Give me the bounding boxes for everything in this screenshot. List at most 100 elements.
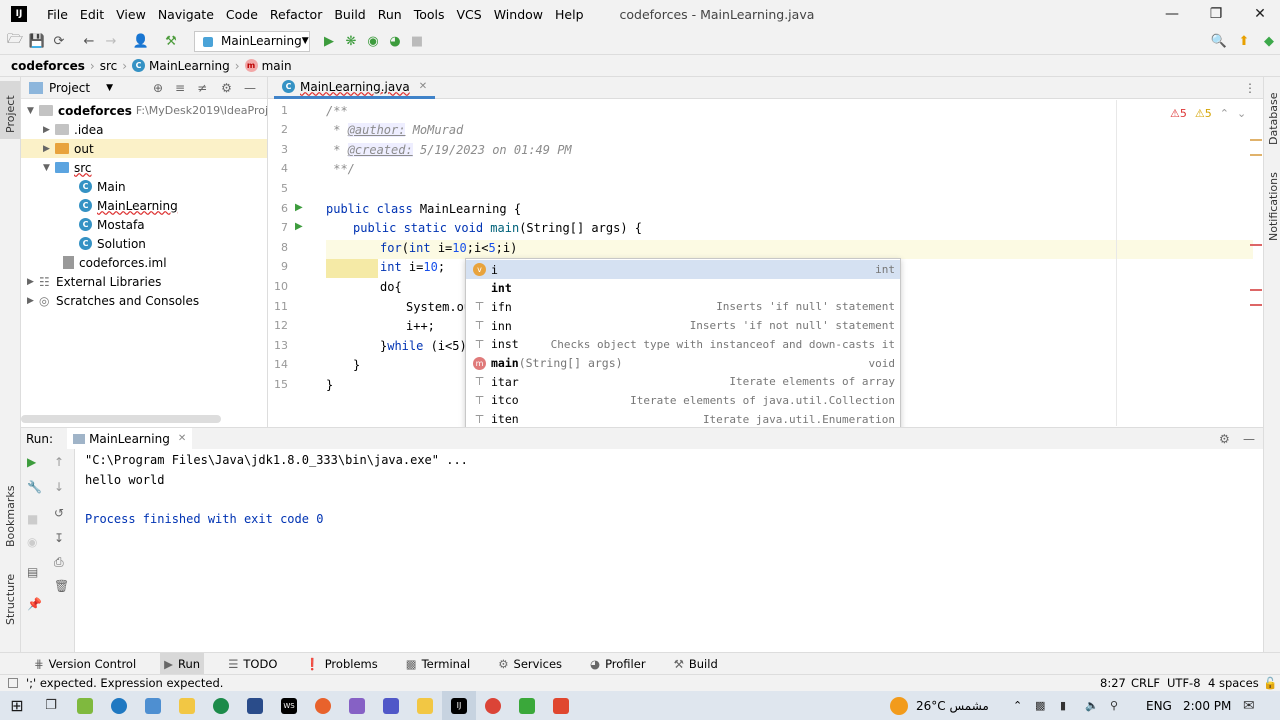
tool-profiler[interactable]: ◕ Profiler [586,653,650,675]
expand-all-icon[interactable]: ≡ [175,81,185,95]
database-tool-label[interactable]: Database [1267,93,1280,146]
tree-item-scratches[interactable]: ▶ ◎ Scratches and Consoles [27,291,199,310]
weather-widget[interactable]: 26°C مشمس [890,691,989,720]
trash-icon[interactable]: 🗑 [54,579,69,593]
completion-item[interactable]: int [466,279,900,298]
inspection-widget[interactable]: ⚠5 ⚠5 ⌃ ⌄ [1170,107,1246,120]
completion-item[interactable]: ⊤ inst Checks object type with instanceof … [466,335,900,354]
webstorm-icon[interactable]: WS [272,691,306,720]
tree-item-main[interactable]: C Main [79,177,126,196]
scroll-to-end-icon[interactable]: ↧ [54,531,64,545]
profile-icon[interactable]: ◕ [384,30,406,52]
layout-icon[interactable]: ▤ [27,565,38,579]
windows-start-icon[interactable]: ⊞ [0,691,34,720]
tool-terminal[interactable]: ▩ Terminal [402,653,474,675]
close-tab-icon[interactable]: ✕ [419,81,427,92]
coverage-icon[interactable]: ◉ [362,30,384,52]
completion-item[interactable]: ⊤ inn Inserts 'if not null' statement [466,316,900,335]
intellij-taskbar-icon[interactable]: IJ [442,691,476,720]
tree-item-out[interactable]: ▶ out [21,139,267,158]
completion-item[interactable]: ⊤ itco Iterate elements of java.util.Colle… [466,391,900,410]
tool-problems[interactable]: ❗ Problems [301,653,381,675]
explorer-icon[interactable] [170,691,204,720]
notifications-tool-label[interactable]: Notifications [1267,172,1280,241]
rerun-icon[interactable]: ▶ [27,455,36,469]
chevron-up-icon[interactable]: ⌃ [1013,699,1022,712]
tree-item-codeforces[interactable]: ▼ codeforces F:\MyDesk2019\IdeaProjects\ [27,101,295,120]
locate-icon[interactable]: ⊕ [153,81,163,95]
menu-code[interactable]: Code [220,7,264,22]
save-icon[interactable]: 💾 [26,30,48,52]
tool-windows-icon[interactable] [8,678,18,688]
lock-icon[interactable]: 🔓 [1263,676,1277,690]
menu-window[interactable]: Window [488,7,549,22]
breadcrumb-class[interactable]: C MainLearning [132,59,230,73]
minimize-icon[interactable]: — [1152,0,1192,28]
arrow-up-icon[interactable]: ↑ [54,455,64,469]
photos-icon[interactable] [136,691,170,720]
chevron-right-icon[interactable]: ▶ [43,144,55,154]
notification-center-icon[interactable]: ✉ [1243,698,1255,714]
line-separator[interactable]: CRLF [1131,676,1160,690]
menu-run[interactable]: Run [372,7,408,22]
chevron-right-icon[interactable]: ▶ [27,296,39,306]
run-icon[interactable]: ▶ [318,30,340,52]
edge-icon[interactable] [102,691,136,720]
hide-icon[interactable]: — [244,81,256,95]
tool-todo[interactable]: ☰ TODO [224,653,281,675]
build-hammer-icon[interactable]: ⚒ [160,30,182,52]
menu-help[interactable]: Help [549,7,590,22]
language-indicator[interactable]: ENG [1146,699,1172,713]
close-tab-icon[interactable]: ✕ [178,433,186,444]
tree-item-src[interactable]: ▼ src [43,158,92,177]
caret-position[interactable]: 8:27 [1100,676,1126,690]
completion-item[interactable]: m main (String[] args) void [466,354,900,373]
recording-app-icon[interactable] [306,691,340,720]
tree-item-mainlearning[interactable]: C MainLearning [79,196,178,215]
horizontal-scrollbar[interactable] [21,415,221,423]
more-options-icon[interactable]: ⋮ [1244,81,1256,95]
intellij-logo-icon[interactable]: IJ [11,6,27,22]
screen-recorder-icon[interactable] [238,691,272,720]
task-view-icon[interactable]: ❐ [34,691,68,720]
menu-tools[interactable]: Tools [408,7,451,22]
tree-item-idea[interactable]: ▶ .idea [43,120,104,139]
chevron-right-icon[interactable]: ▶ [43,125,55,135]
wifi-icon[interactable]: ⚲ [1110,699,1118,712]
breadcrumb-project[interactable]: codeforces [11,59,85,73]
structure-tool-label[interactable]: Structure [4,574,17,625]
vcs-user-icon[interactable]: 👤 [130,30,152,52]
tree-item-external-libraries[interactable]: ▶ ☷ External Libraries [27,272,161,291]
search-icon[interactable]: 🔍 [1208,30,1230,52]
whatsapp-icon[interactable] [204,691,238,720]
status-message[interactable]: ';' expected. Expression expected. [26,676,223,690]
pin-icon[interactable]: 📌 [27,597,42,611]
codeblocks-icon[interactable] [510,691,544,720]
completion-item[interactable]: ⊤ ifn Inserts 'if null' statement [466,297,900,316]
open-folder-icon[interactable]: 🗁 [4,30,26,52]
run-configuration-select[interactable]: MainLearning ▼ [194,30,310,52]
run-tab-mainlearning[interactable]: MainLearning ✕ [67,427,193,450]
indent-setting[interactable]: 4 spaces [1208,676,1259,690]
tool-build[interactable]: ⚒ Build [670,653,722,675]
clock[interactable]: 2:00 PM [1183,699,1231,713]
run-gutter-icon[interactable]: ▶ [295,221,303,232]
menu-refactor[interactable]: Refactor [264,7,328,22]
chevron-down-icon[interactable]: ▼ [27,106,39,116]
wrench-icon[interactable]: 🔧 [27,480,42,494]
breadcrumb-src[interactable]: src [100,59,118,73]
gear-icon[interactable]: ⚙ [1219,432,1230,446]
chevron-down-icon[interactable]: ▼ [106,83,113,93]
tree-item-iml[interactable]: codeforces.iml [63,253,167,272]
tree-item-solution[interactable]: C Solution [79,234,146,253]
menu-vcs[interactable]: VCS [451,7,488,22]
chevron-down-icon[interactable]: ▼ [43,163,55,173]
completion-item[interactable]: ⊤ iten Iterate java.util.Enumeration [466,410,900,429]
jetbrains-logo-icon[interactable]: ◆ [1258,30,1280,52]
back-icon[interactable]: ← [78,30,100,52]
maximize-icon[interactable]: ❐ [1196,0,1236,28]
gear-icon[interactable]: ⚙ [221,81,232,95]
chevron-right-icon[interactable]: ▶ [27,277,39,287]
folder-icon[interactable] [408,691,442,720]
menu-build[interactable]: Build [328,7,371,22]
